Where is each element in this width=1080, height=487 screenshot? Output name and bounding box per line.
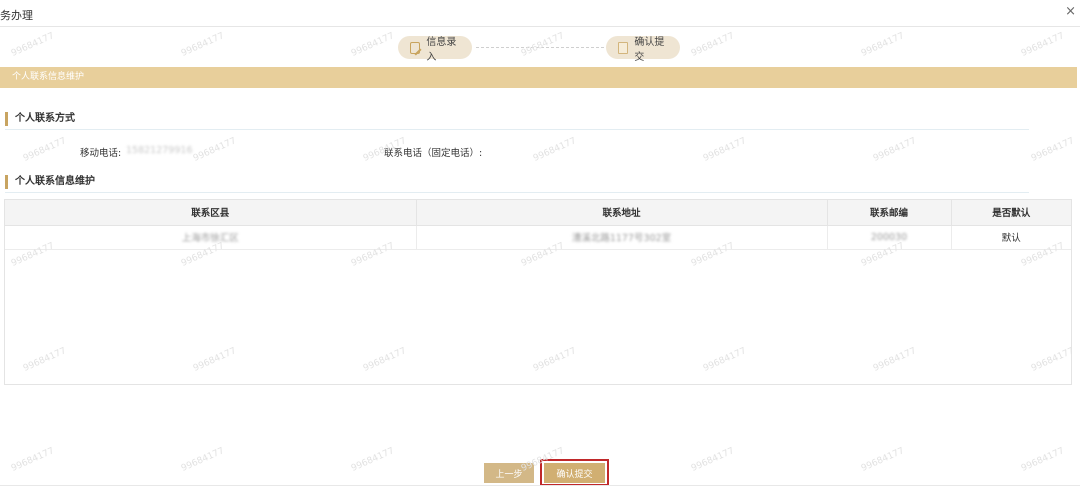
column-header-address: 联系地址 bbox=[416, 200, 828, 226]
cell-district: 上海市徐汇区 bbox=[5, 225, 417, 250]
watermark-text: 99684177 bbox=[349, 446, 396, 474]
watermark-text: 99684177 bbox=[701, 136, 748, 164]
mobile-value: 15821279916 bbox=[126, 145, 193, 156]
watermark-text: 99684177 bbox=[9, 446, 56, 474]
divider bbox=[5, 129, 1029, 130]
previous-step-button[interactable]: 上一步 bbox=[484, 463, 534, 483]
progress-stepper: 信息录入 确认提交 bbox=[0, 27, 1080, 67]
cell-address: 漕溪北路1177号302室 bbox=[416, 225, 828, 250]
page: 务办理 × 信息录入 确认提交 个人联系信息维护 个人联系方式 移动电话: 15… bbox=[0, 0, 1080, 487]
divider bbox=[5, 192, 1029, 193]
landline-label: 联系电话（固定电话）: bbox=[384, 148, 483, 159]
contact-heading: 个人联系方式 bbox=[5, 112, 75, 126]
watermark-text: 99684177 bbox=[689, 446, 736, 474]
column-header-district: 联系区县 bbox=[5, 200, 417, 226]
column-header-postcode: 联系邮编 bbox=[827, 200, 952, 226]
watermark-text: 99684177 bbox=[859, 446, 906, 474]
mobile-label: 移动电话: bbox=[80, 148, 122, 159]
step-confirm-submit: 确认提交 bbox=[606, 36, 680, 63]
contact-table: 联系区县 联系地址 联系邮编 是否默认 上海市徐汇区 漕溪北路1177号302室… bbox=[4, 199, 1072, 385]
column-header-default: 是否默认 bbox=[951, 200, 1071, 226]
title-bar: 务办理 × bbox=[0, 0, 1080, 27]
step-label: 信息录入 bbox=[426, 36, 457, 63]
step-connector bbox=[476, 47, 604, 48]
close-icon[interactable]: × bbox=[1065, 4, 1076, 19]
watermark-text: 99684177 bbox=[1019, 446, 1066, 474]
section-header: 个人联系信息维护 bbox=[0, 67, 1077, 88]
maintenance-heading: 个人联系信息维护 bbox=[5, 175, 95, 189]
confirm-submit-button[interactable]: 确认提交 bbox=[544, 463, 605, 483]
watermark-text: 99684177 bbox=[191, 136, 238, 164]
table-row[interactable]: 上海市徐汇区 漕溪北路1177号302室 200030 默认 bbox=[5, 225, 1071, 250]
cell-default: 默认 bbox=[951, 225, 1071, 250]
watermark-text: 99684177 bbox=[21, 136, 68, 164]
folder-icon bbox=[618, 41, 629, 54]
watermark-text: 99684177 bbox=[179, 446, 226, 474]
watermark-text: 99684177 bbox=[871, 136, 918, 164]
edit-icon bbox=[410, 41, 421, 54]
step-label: 确认提交 bbox=[634, 36, 665, 63]
watermark-text: 99684177 bbox=[531, 136, 578, 164]
table-header-row: 联系区县 联系地址 联系邮编 是否默认 bbox=[5, 200, 1071, 226]
window-title: 务办理 bbox=[0, 9, 33, 22]
step-info-entry: 信息录入 bbox=[398, 36, 472, 63]
footer-divider bbox=[0, 485, 1080, 486]
watermark-text: 99684177 bbox=[1029, 136, 1076, 164]
cell-postcode: 200030 bbox=[827, 225, 952, 250]
